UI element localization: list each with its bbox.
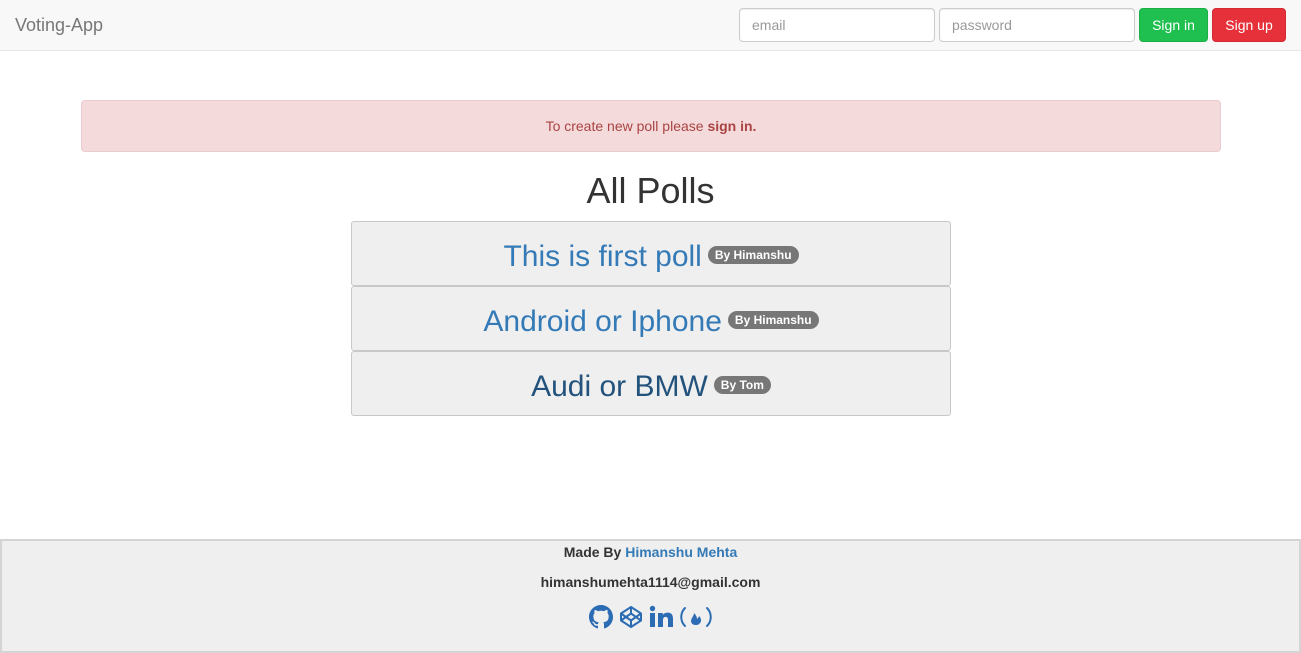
email-input[interactable] (739, 8, 935, 42)
footer: Made By Himanshu Mehta himanshumehta1114… (0, 539, 1301, 653)
poll-item[interactable]: Audi or BMW By Tom (351, 351, 951, 416)
poll-title-link[interactable]: Android or Iphone (483, 305, 722, 338)
footer-email: himanshumehta1114@gmail.com (540, 574, 761, 590)
signin-alert: To create new poll please sign in. (81, 100, 1221, 152)
footer-credit: Made By Himanshu Mehta (2, 543, 1299, 561)
polls-list: This is first poll By Himanshu Android or… (351, 221, 951, 416)
alert-signin-link[interactable]: sign in. (707, 118, 756, 134)
signin-form: Sign in Sign up (739, 8, 1286, 42)
brand-link[interactable]: Voting-App (15, 14, 103, 36)
github-icon[interactable] (588, 605, 613, 629)
password-input[interactable] (939, 8, 1135, 42)
navbar: Voting-App Sign in Sign up (0, 0, 1301, 51)
freecodecamp-icon[interactable] (679, 605, 713, 629)
signup-button[interactable]: Sign up (1212, 8, 1286, 42)
author-link[interactable]: Himanshu Mehta (625, 544, 737, 560)
author-badge: By Himanshu (727, 311, 819, 329)
poll-item[interactable]: Android or Iphone By Himanshu (351, 286, 951, 351)
made-by-label: Made By (563, 544, 626, 560)
author-badge: By Himanshu (707, 246, 799, 264)
signin-button[interactable]: Sign in (1139, 8, 1208, 42)
poll-item[interactable]: This is first poll By Himanshu (351, 221, 951, 286)
social-links (2, 605, 1299, 629)
linkedin-icon[interactable] (649, 605, 673, 629)
author-badge: By Tom (713, 376, 771, 394)
poll-title-link[interactable]: Audi or BMW (531, 370, 708, 403)
codepen-icon[interactable] (619, 605, 643, 629)
page-title: All Polls (586, 170, 715, 211)
poll-title-link[interactable]: This is first poll (503, 240, 701, 273)
alert-text: To create new poll please (545, 118, 708, 134)
